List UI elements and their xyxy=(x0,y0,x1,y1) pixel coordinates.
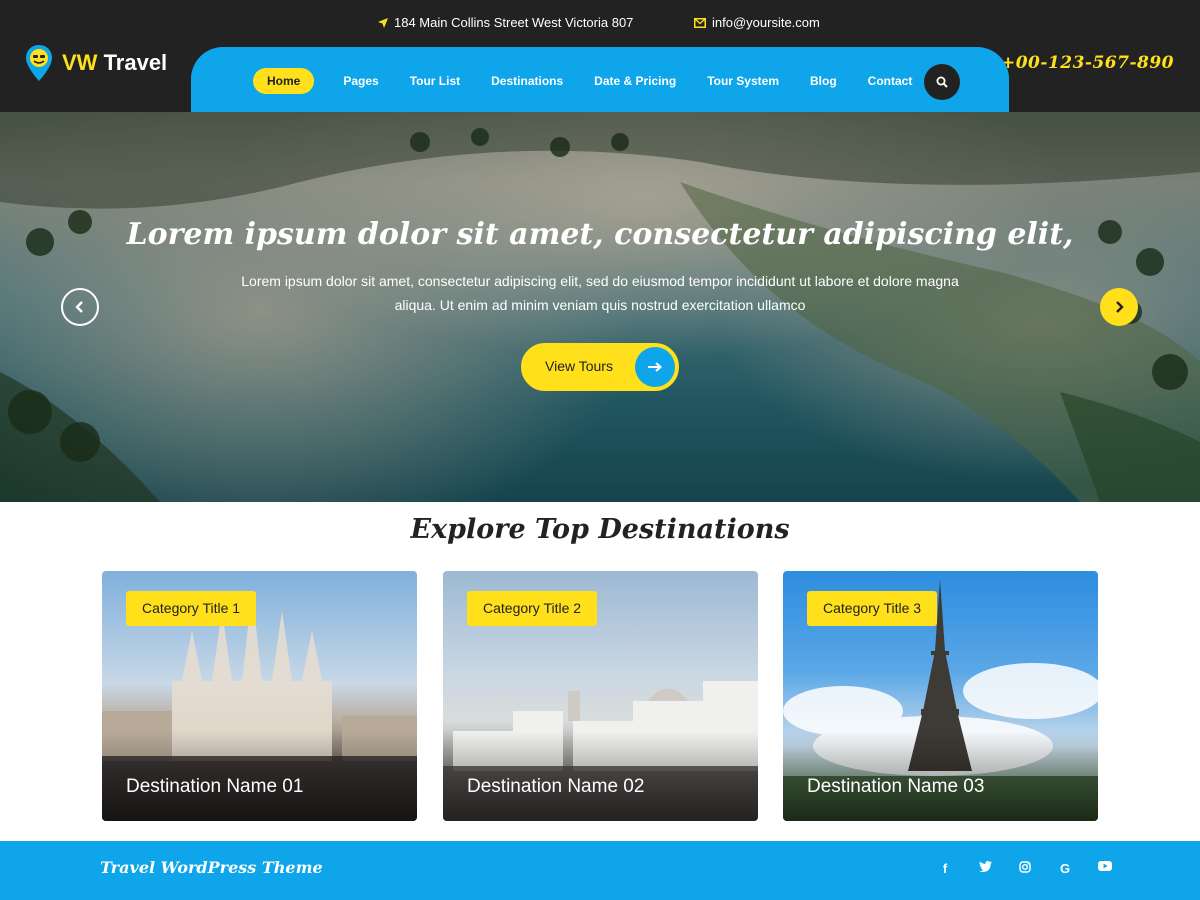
category-badge[interactable]: Category Title 3 xyxy=(807,591,938,626)
social-links: f G xyxy=(925,861,1125,876)
destination-card-1[interactable]: Category Title 1 Destination Name 01 xyxy=(102,571,417,821)
twitter-icon[interactable] xyxy=(965,861,1005,876)
instagram-icon[interactable] xyxy=(1005,861,1045,876)
nav-item-pages[interactable]: Pages xyxy=(343,68,378,94)
footer-text: Travel WordPress Theme xyxy=(100,858,323,877)
nav-item-tour-system[interactable]: Tour System xyxy=(707,68,779,94)
email[interactable]: info@yoursite.com xyxy=(694,15,820,30)
address: 184 Main Collins Street West Victoria 80… xyxy=(378,15,633,30)
search-button[interactable] xyxy=(924,64,960,100)
youtube-icon[interactable] xyxy=(1085,861,1125,876)
main-nav: Home Pages Tour List Destinations Date &… xyxy=(191,47,1009,113)
google-icon[interactable]: G xyxy=(1045,861,1085,876)
category-badge[interactable]: Category Title 1 xyxy=(126,591,257,626)
footer: Travel WordPress Theme f G xyxy=(0,841,1200,900)
phone-number[interactable]: +00-123-567-890 xyxy=(1001,53,1174,73)
section-title: Explore Top Destinations xyxy=(410,514,790,545)
view-tours-label: View Tours xyxy=(545,358,613,374)
contact-row: 184 Main Collins Street West Victoria 80… xyxy=(0,0,1200,46)
nav-item-home[interactable]: Home xyxy=(253,68,315,94)
nav-item-destinations[interactable]: Destinations xyxy=(491,68,563,94)
hero-text: Lorem ipsum dolor sit amet, consectetur … xyxy=(241,273,959,313)
destination-card-3[interactable]: Category Title 3 Destination Name 03 xyxy=(783,571,1098,821)
destination-name[interactable]: Destination Name 02 xyxy=(467,776,644,798)
header: VW Travel 184 Main Collins Street West V… xyxy=(0,0,1200,113)
view-tours-button[interactable]: View Tours xyxy=(521,343,679,391)
slider-next-button[interactable] xyxy=(1100,288,1138,326)
brand-name: VW Travel xyxy=(62,50,167,76)
arrow-right-icon xyxy=(635,347,675,387)
envelope-icon xyxy=(694,17,706,28)
hero-slider: Lorem ipsum dolor sit amet, consectetur … xyxy=(0,112,1200,502)
address-text: 184 Main Collins Street West Victoria 80… xyxy=(394,15,634,30)
brand-suffix: Travel xyxy=(97,50,168,75)
chevron-left-icon xyxy=(75,301,83,313)
nav-item-date-pricing[interactable]: Date & Pricing xyxy=(594,68,676,94)
nav-item-contact[interactable]: Contact xyxy=(868,68,913,94)
destination-name[interactable]: Destination Name 03 xyxy=(807,776,984,798)
category-badge[interactable]: Category Title 2 xyxy=(467,591,598,626)
nav-menu: Home Pages Tour List Destinations Date &… xyxy=(253,68,943,94)
destination-card-2[interactable]: Category Title 2 Destination Name 02 xyxy=(443,571,758,821)
location-arrow-icon xyxy=(378,17,388,28)
map-pin-icon xyxy=(26,45,52,81)
chevron-right-icon xyxy=(1116,301,1124,313)
nav-item-blog[interactable]: Blog xyxy=(810,68,837,94)
site-logo[interactable]: VW Travel xyxy=(24,44,167,82)
search-icon xyxy=(936,76,948,88)
destination-name[interactable]: Destination Name 01 xyxy=(126,776,303,798)
facebook-icon[interactable]: f xyxy=(925,861,965,876)
nav-item-tour-list[interactable]: Tour List xyxy=(410,68,460,94)
slider-prev-button[interactable] xyxy=(61,288,99,326)
email-text: info@yoursite.com xyxy=(712,15,820,30)
brand-prefix: VW xyxy=(62,50,98,75)
hero-title: Lorem ipsum dolor sit amet, consectetur … xyxy=(126,217,1074,252)
